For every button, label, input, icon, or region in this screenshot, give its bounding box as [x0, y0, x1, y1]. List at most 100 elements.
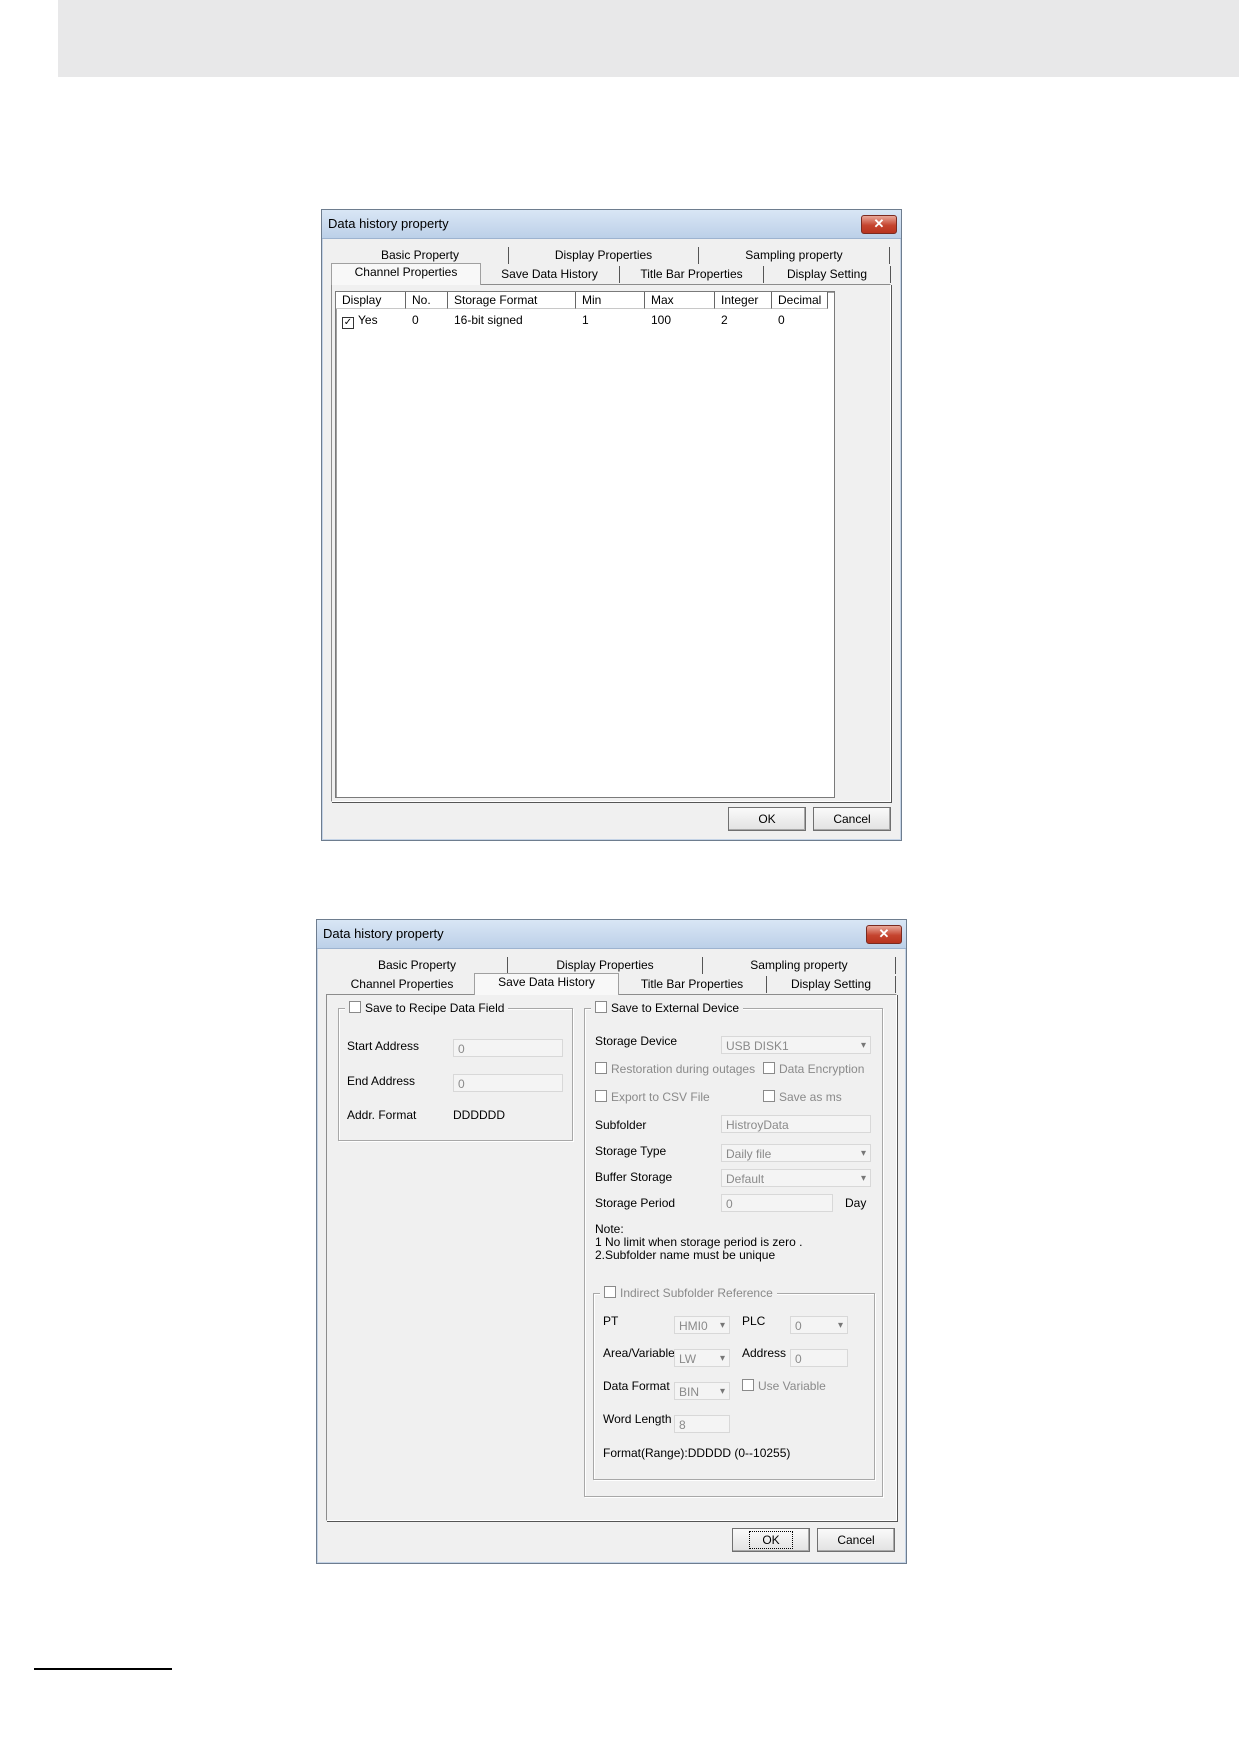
save-ms-option[interactable]: Save as ms: [763, 1090, 842, 1104]
tab-display-setting[interactable]: Display Setting: [764, 266, 891, 283]
external-checkbox[interactable]: [595, 1001, 607, 1013]
restoration-checkbox[interactable]: [595, 1062, 607, 1074]
encryption-option[interactable]: Data Encryption: [763, 1062, 864, 1076]
storage-type-label: Storage Type: [595, 1144, 667, 1158]
col-decimal[interactable]: Decimal: [772, 292, 828, 309]
end-address-label: End Address: [347, 1074, 416, 1088]
indirect-subfolder-group: Indirect Subfolder Reference PT HMI0 PLC…: [593, 1286, 875, 1480]
cell-storage-format: 16-bit signed: [454, 313, 523, 327]
recipe-checkbox[interactable]: [349, 1001, 361, 1013]
col-integer[interactable]: Integer: [715, 292, 772, 309]
encryption-checkbox[interactable]: [763, 1062, 775, 1074]
save-ms-checkbox[interactable]: [763, 1090, 775, 1102]
buffer-storage-select[interactable]: Default: [721, 1169, 871, 1187]
use-variable-checkbox[interactable]: [742, 1379, 754, 1391]
dialog-title: Data history property: [323, 926, 444, 941]
tab-channel-properties[interactable]: Channel Properties: [327, 976, 477, 993]
subfolder-field[interactable]: HistroyData: [721, 1115, 871, 1133]
cancel-button[interactable]: Cancel: [813, 807, 891, 831]
use-variable-text: Use Variable: [758, 1379, 826, 1393]
indirect-legend-text: Indirect Subfolder Reference: [620, 1286, 773, 1300]
table-row[interactable]: ✓ Yes 0 16-bit signed 1 100 2 0: [336, 311, 832, 329]
tab-panel-channel: Display No. Storage Format Min Max Integ…: [331, 284, 891, 802]
display-checkbox[interactable]: ✓: [342, 317, 354, 329]
note-line-2: 2.Subfolder name must be unique: [595, 1248, 776, 1262]
cell-decimal: 0: [778, 313, 785, 327]
indirect-checkbox[interactable]: [604, 1286, 616, 1298]
csv-checkbox[interactable]: [595, 1090, 607, 1102]
area-variable-select[interactable]: LW: [674, 1349, 730, 1367]
tab-basic-property[interactable]: Basic Property: [327, 957, 508, 974]
data-format-label: Data Format: [603, 1379, 670, 1393]
start-address-label: Start Address: [347, 1039, 420, 1053]
recipe-group: Save to Recipe Data Field Start Address …: [338, 1001, 573, 1141]
close-icon[interactable]: ✕: [861, 215, 897, 234]
col-no[interactable]: No.: [406, 292, 448, 309]
dialog-titlebar: Data history property ✕: [322, 210, 901, 239]
col-storage-format[interactable]: Storage Format: [448, 292, 576, 309]
col-display[interactable]: Display: [336, 292, 406, 309]
pt-select[interactable]: HMI0: [674, 1316, 730, 1334]
page-header-band: [58, 0, 1239, 77]
cell-integer: 2: [721, 313, 728, 327]
tab-display-properties[interactable]: Display Properties: [508, 957, 703, 974]
ok-button[interactable]: OK: [728, 807, 806, 831]
address-label: Address: [742, 1346, 787, 1360]
address-field[interactable]: 0: [790, 1349, 848, 1367]
use-variable-option[interactable]: Use Variable: [742, 1379, 826, 1393]
restoration-text: Restoration during outages: [611, 1062, 756, 1076]
csv-option[interactable]: Export to CSV File: [595, 1090, 710, 1104]
addr-format-value: DDDDDD: [453, 1108, 505, 1122]
cancel-button[interactable]: Cancel: [817, 1528, 895, 1552]
tab-basic-property[interactable]: Basic Property: [332, 247, 509, 264]
data-history-dialog-channel: Data history property ✕ Basic Property D…: [321, 209, 902, 841]
external-group-legend[interactable]: Save to External Device: [591, 1001, 744, 1015]
tab-save-data-history[interactable]: Save Data History: [480, 266, 620, 283]
channel-list[interactable]: Display No. Storage Format Min Max Integ…: [335, 291, 835, 798]
col-min[interactable]: Min: [576, 292, 645, 309]
word-length-field[interactable]: 8: [674, 1415, 730, 1433]
cell-min: 1: [582, 313, 589, 327]
storage-device-select[interactable]: USB DISK1: [721, 1036, 871, 1054]
recipe-group-legend[interactable]: Save to Recipe Data Field: [345, 1001, 509, 1015]
external-device-group: Save to External Device Storage Device U…: [584, 1001, 883, 1497]
close-icon[interactable]: ✕: [866, 925, 902, 944]
storage-period-field[interactable]: 0: [721, 1194, 833, 1212]
footer-rule: [34, 1668, 172, 1670]
word-length-label: Word Length: [603, 1412, 672, 1426]
end-address-field[interactable]: 0: [453, 1074, 563, 1092]
storage-period-unit: Day: [845, 1196, 867, 1210]
recipe-legend-text: Save to Recipe Data Field: [365, 1001, 505, 1015]
encryption-text: Data Encryption: [779, 1062, 865, 1076]
tab-save-data-history[interactable]: Save Data History: [474, 973, 619, 995]
cell-display-text: Yes: [358, 313, 378, 327]
ok-button[interactable]: OK: [732, 1528, 810, 1552]
cell-no: 0: [412, 313, 419, 327]
plc-label: PLC: [742, 1314, 766, 1328]
external-legend-text: Save to External Device: [611, 1001, 740, 1015]
format-range-text: Format(Range):DDDDD (0--10255): [603, 1446, 791, 1460]
storage-type-select[interactable]: Daily file: [721, 1144, 871, 1162]
tab-title-bar-properties[interactable]: Title Bar Properties: [620, 266, 764, 283]
tab-display-properties[interactable]: Display Properties: [509, 247, 699, 264]
ok-button-label: OK: [749, 1531, 793, 1549]
start-address-field[interactable]: 0: [453, 1039, 563, 1057]
tab-panel-save: Save to Recipe Data Field Start Address …: [326, 994, 897, 1521]
tab-sampling-property[interactable]: Sampling property: [703, 957, 896, 974]
subfolder-label: Subfolder: [595, 1118, 647, 1132]
col-max[interactable]: Max: [645, 292, 715, 309]
cell-display[interactable]: ✓ Yes: [336, 311, 406, 329]
indirect-group-legend[interactable]: Indirect Subfolder Reference: [600, 1286, 777, 1300]
data-format-select[interactable]: BIN: [674, 1382, 730, 1400]
restoration-option[interactable]: Restoration during outages: [595, 1062, 755, 1076]
csv-text: Export to CSV File: [611, 1090, 710, 1104]
tab-channel-properties[interactable]: Channel Properties: [331, 263, 481, 285]
buffer-storage-label: Buffer Storage: [595, 1170, 673, 1184]
tab-title-bar-properties[interactable]: Title Bar Properties: [618, 976, 767, 993]
tab-sampling-property[interactable]: Sampling property: [699, 247, 890, 264]
tab-display-setting[interactable]: Display Setting: [767, 976, 896, 993]
dialog-title: Data history property: [328, 216, 449, 231]
data-history-dialog-save: Data history property ✕ Basic Property D…: [316, 919, 907, 1564]
plc-select[interactable]: 0: [790, 1316, 848, 1334]
storage-period-label: Storage Period: [595, 1196, 676, 1210]
